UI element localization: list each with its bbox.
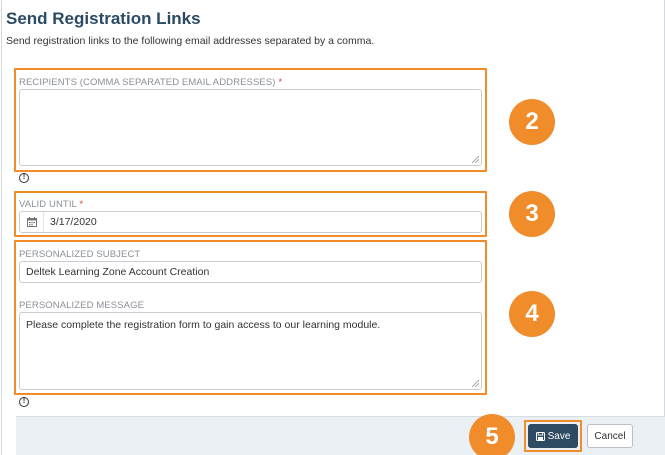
page-subtitle: Send registration links to the following… bbox=[6, 35, 375, 47]
validation-alert-icon: ! bbox=[19, 397, 29, 407]
page-title: Send Registration Links bbox=[6, 9, 201, 28]
recipients-label-text: RECIPIENTS (COMMA SEPARATED EMAIL ADDRES… bbox=[19, 77, 276, 88]
floppy-disk-icon bbox=[535, 431, 545, 441]
resize-grip-icon[interactable] bbox=[472, 156, 479, 163]
subject-value: Deltek Learning Zone Account Creation bbox=[26, 266, 210, 278]
resize-grip-icon[interactable] bbox=[472, 380, 479, 387]
save-button[interactable]: Save bbox=[528, 424, 578, 448]
subject-input[interactable]: Deltek Learning Zone Account Creation bbox=[19, 261, 482, 283]
callout-badge-5: 5 bbox=[469, 414, 515, 455]
callout-badge-3: 3 bbox=[509, 191, 555, 237]
subject-label: PERSONALIZED SUBJECT bbox=[19, 249, 141, 260]
valid-until-label-text: VALID UNTIL bbox=[19, 199, 77, 210]
callout-badge-2: 2 bbox=[509, 99, 555, 145]
valid-until-label: VALID UNTIL * bbox=[19, 199, 83, 210]
required-mark: * bbox=[79, 199, 84, 210]
save-button-label: Save bbox=[547, 430, 571, 442]
validation-alert-icon: ! bbox=[19, 173, 29, 183]
calendar-icon[interactable] bbox=[20, 212, 44, 232]
valid-until-date-input[interactable]: 3/17/2020 bbox=[19, 211, 482, 233]
recipients-textarea[interactable] bbox=[19, 89, 482, 166]
valid-until-value: 3/17/2020 bbox=[50, 216, 97, 228]
cancel-button-label: Cancel bbox=[594, 430, 626, 442]
message-label: PERSONALIZED MESSAGE bbox=[19, 300, 145, 311]
message-textarea[interactable]: Please complete the registration form to… bbox=[19, 312, 482, 390]
recipients-label: RECIPIENTS (COMMA SEPARATED EMAIL ADDRES… bbox=[19, 77, 282, 88]
cancel-button[interactable]: Cancel bbox=[587, 424, 633, 448]
callout-badge-4: 4 bbox=[509, 291, 555, 337]
required-mark: * bbox=[278, 77, 283, 88]
message-value: Please complete the registration form to… bbox=[26, 319, 381, 331]
